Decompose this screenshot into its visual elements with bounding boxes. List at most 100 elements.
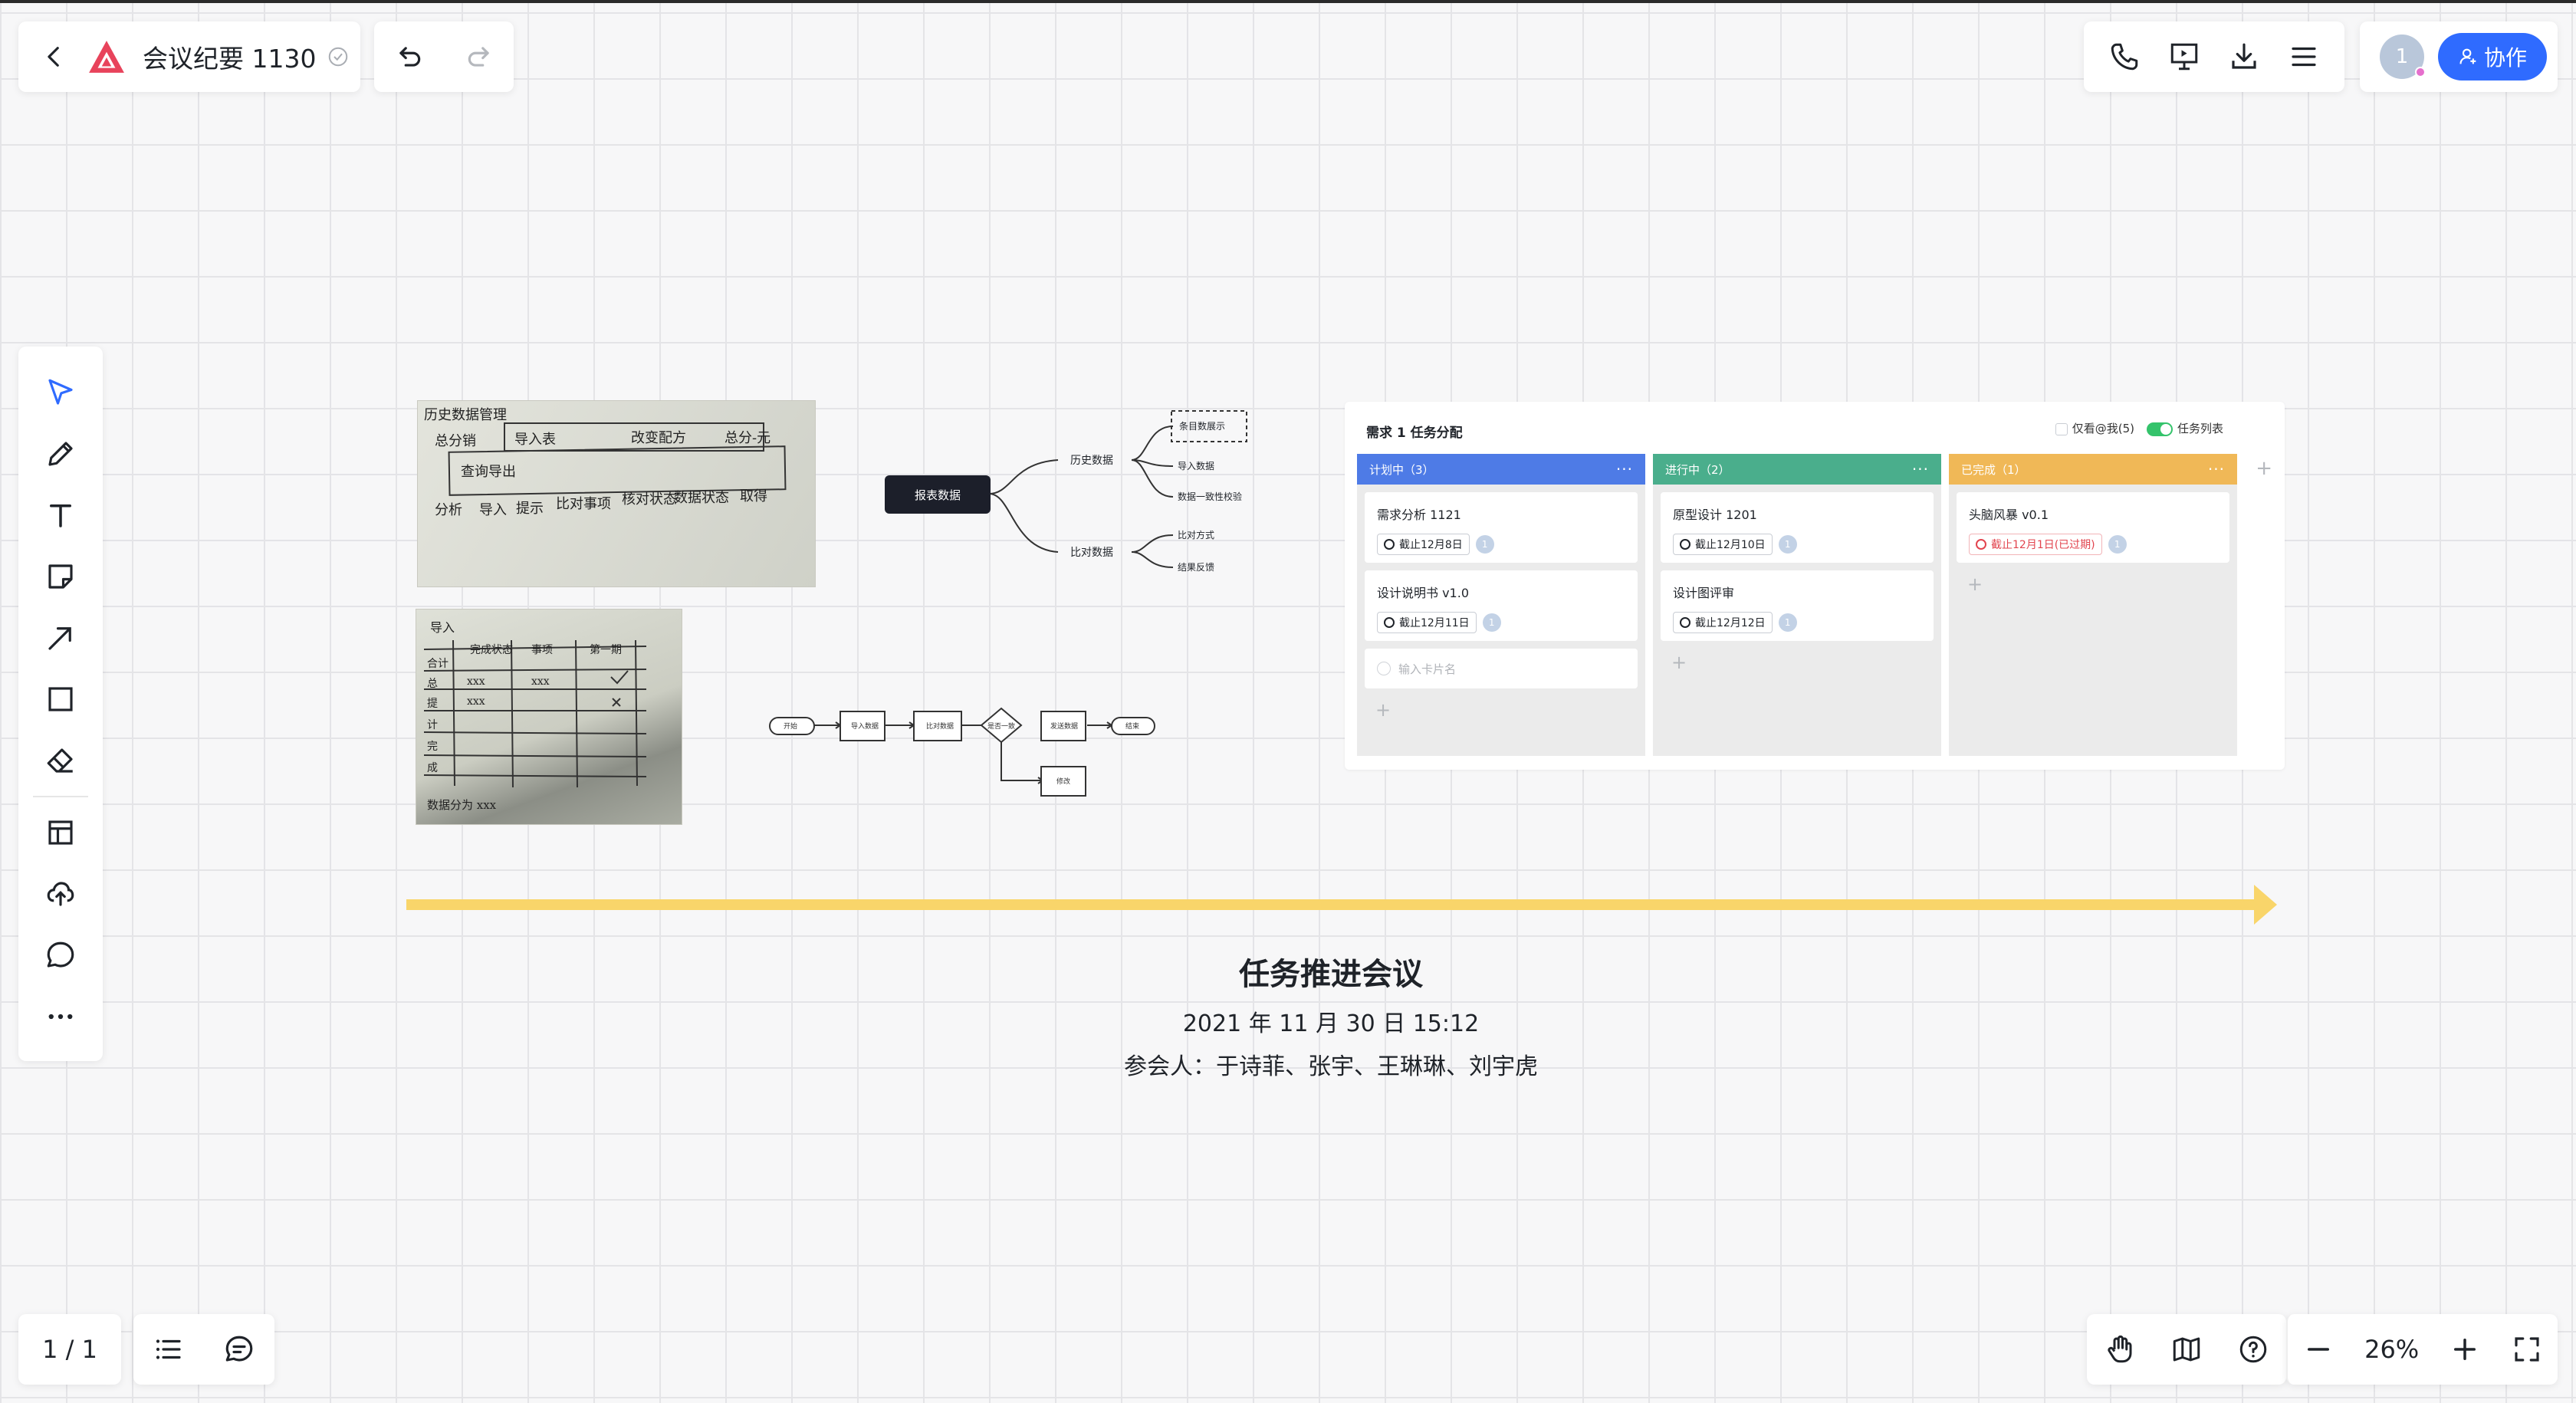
- fullscreen-icon[interactable]: [2511, 1333, 2543, 1365]
- undo-icon[interactable]: [395, 42, 424, 71]
- handwritten-sketch-photo[interactable]: 历史数据管理 总分销 导入表 改变配方 总分-元 查询导出 分析 导入 提示 比…: [417, 400, 816, 587]
- due-date-tag[interactable]: 截止12月10日: [1673, 534, 1773, 555]
- text-icon[interactable]: [30, 485, 91, 546]
- mind-map-leaf[interactable]: 比对方式: [1178, 528, 1214, 541]
- toggle-switch: [2146, 422, 2173, 436]
- handwritten-text: 改变配方: [631, 430, 686, 446]
- card-meta: 截止12月12日 1: [1673, 612, 1921, 633]
- kanban-card[interactable]: 头脑风暴 v0.1 截止12月1日(已过期) 1: [1957, 492, 2229, 563]
- app-logo: [87, 38, 126, 76]
- due-date-tag[interactable]: 截止12月12日: [1673, 612, 1773, 633]
- outline-controls: [133, 1314, 274, 1385]
- kanban-card[interactable]: 设计图评审 截止12月12日 1: [1661, 570, 1934, 641]
- column-more-icon[interactable]: ···: [2208, 460, 2225, 478]
- zoom-out-icon[interactable]: [2302, 1333, 2334, 1365]
- document-title[interactable]: 会议纪要 1130: [143, 38, 316, 75]
- due-date-tag-overdue[interactable]: 截止12月1日(已过期): [1969, 534, 2102, 555]
- help-icon[interactable]: [2237, 1333, 2269, 1365]
- add-card-icon[interactable]: +: [1357, 688, 1645, 721]
- menu-icon[interactable]: [2288, 41, 2320, 73]
- kanban-board[interactable]: 需求 1 任务分配 仅看@我(5) 任务列表 计划中（3） ··· 需求分析 1…: [1345, 402, 2285, 770]
- column-more-icon[interactable]: ···: [1616, 460, 1633, 478]
- handwritten-text: xxx: [467, 695, 485, 708]
- kanban-card[interactable]: 原型设计 1201 截止12月10日 1: [1661, 492, 1934, 563]
- hand-pan-icon[interactable]: [2104, 1333, 2136, 1365]
- meeting-attendees[interactable]: 参会人：于诗菲、张宇、王琳琳、刘宇虎: [1020, 1047, 1642, 1081]
- eraser-icon[interactable]: [30, 730, 91, 791]
- filter-mine-checkbox[interactable]: 仅看@我(5): [2055, 420, 2134, 436]
- comments-panel-icon[interactable]: [223, 1333, 255, 1365]
- column-more-icon[interactable]: ···: [1912, 460, 1929, 478]
- kanban-column-header[interactable]: 已完成（1） ···: [1949, 454, 2237, 485]
- more-icon[interactable]: [30, 986, 91, 1047]
- flowchart[interactable]: 开始 导入数据 比对数据 是否一致 发送数据 结束 修改: [767, 696, 1165, 803]
- phone-icon[interactable]: [2108, 41, 2141, 73]
- upload-icon[interactable]: [30, 863, 91, 925]
- assignee-avatar[interactable]: 1: [1475, 535, 1494, 554]
- add-card-icon[interactable]: +: [1653, 641, 1941, 673]
- top-tools: [2084, 21, 2344, 92]
- meeting-date[interactable]: 2021 年 11 月 30 日 15:12: [1058, 1004, 1604, 1038]
- handwritten-text: 完成状态: [470, 644, 513, 656]
- card-meta: 截止12月8日 1: [1377, 534, 1625, 555]
- map-icon[interactable]: [2170, 1333, 2203, 1365]
- avatar[interactable]: 1: [2380, 34, 2426, 79]
- handwritten-table-photo[interactable]: 导入 完成状态 事项 第一期 合计 总 提 计 完 成 xxx xxx xxx …: [416, 609, 682, 825]
- handwritten-text: 导入: [430, 620, 455, 635]
- page-indicator[interactable]: 1 / 1: [18, 1314, 121, 1385]
- avatar-label: 1: [2395, 45, 2409, 68]
- template-icon[interactable]: [30, 802, 91, 863]
- mind-map-branch[interactable]: 历史数据: [1070, 452, 1113, 468]
- handwritten-text: 计: [427, 719, 438, 731]
- task-list-toggle[interactable]: 任务列表: [2146, 420, 2223, 436]
- mind-map[interactable]: 报表数据 历史数据 比对数据 条目数展示 导入数据 数据一致性校验 比对方式 结…: [874, 399, 1257, 583]
- kanban-card[interactable]: 设计说明书 v1.0 截止12月11日 1: [1365, 570, 1638, 641]
- handwritten-text: 提示: [516, 501, 544, 517]
- due-date-tag[interactable]: 截止12月11日: [1377, 612, 1477, 633]
- assignee-avatar[interactable]: 1: [1482, 613, 1501, 632]
- zoom-level[interactable]: 26%: [2364, 1335, 2419, 1364]
- add-user-icon: [2459, 48, 2476, 64]
- due-date: 截止12月12日: [1695, 617, 1766, 629]
- back-icon[interactable]: [41, 44, 67, 70]
- pen-icon[interactable]: [30, 423, 91, 485]
- zoom-in-icon[interactable]: [2449, 1333, 2481, 1365]
- mind-map-leaf[interactable]: 条目数展示: [1179, 419, 1225, 432]
- add-column-icon[interactable]: +: [2256, 457, 2272, 480]
- comment-icon[interactable]: [30, 925, 91, 986]
- mind-map-leaf[interactable]: 结果反馈: [1178, 560, 1214, 573]
- card-title: 设计图评审: [1673, 586, 1735, 600]
- handwritten-text: 第一期: [590, 644, 622, 656]
- arrow-icon[interactable]: [30, 607, 91, 669]
- handwritten-text: 分析: [435, 502, 462, 518]
- add-card-icon[interactable]: +: [1949, 563, 2237, 595]
- mind-map-leaf[interactable]: 导入数据: [1178, 459, 1214, 472]
- select-icon[interactable]: [30, 362, 91, 423]
- mind-map-branch[interactable]: 比对数据: [1070, 544, 1113, 560]
- kanban-column-header[interactable]: 进行中（2） ···: [1653, 454, 1941, 485]
- card-meta: 截止12月1日(已过期) 1: [1969, 534, 2217, 555]
- sticky-note-icon[interactable]: [30, 546, 91, 607]
- timeline-arrow[interactable]: [406, 883, 2277, 926]
- assignee-avatar[interactable]: 1: [1778, 613, 1797, 632]
- download-icon[interactable]: [2228, 41, 2260, 73]
- kanban-column-header[interactable]: 计划中（3） ···: [1357, 454, 1645, 485]
- new-card-input[interactable]: 输入卡片名: [1365, 649, 1638, 688]
- meeting-title[interactable]: 任务推进会议: [1135, 949, 1527, 994]
- clock-icon: [1384, 539, 1395, 550]
- card-meta: 截止12月10日 1: [1673, 534, 1921, 555]
- kanban-card[interactable]: 需求分析 1121 截止12月8日 1: [1365, 492, 1638, 563]
- list-icon[interactable]: [153, 1333, 185, 1365]
- present-icon[interactable]: [2168, 41, 2200, 73]
- redo-icon[interactable]: [465, 42, 494, 71]
- mind-map-leaf[interactable]: 数据一致性校验: [1178, 490, 1242, 503]
- collaborate-button[interactable]: 协作: [2438, 33, 2547, 80]
- kanban-title: 需求 1 任务分配: [1366, 426, 1463, 441]
- column-title: 计划中（3）: [1369, 462, 1434, 477]
- checkbox-box: [2055, 422, 2068, 435]
- mind-map-root[interactable]: 报表数据: [885, 475, 991, 514]
- due-date-tag[interactable]: 截止12月8日: [1377, 534, 1470, 555]
- assignee-avatar[interactable]: 1: [1778, 535, 1797, 554]
- assignee-avatar[interactable]: 1: [2108, 535, 2127, 554]
- rectangle-icon[interactable]: [30, 669, 91, 730]
